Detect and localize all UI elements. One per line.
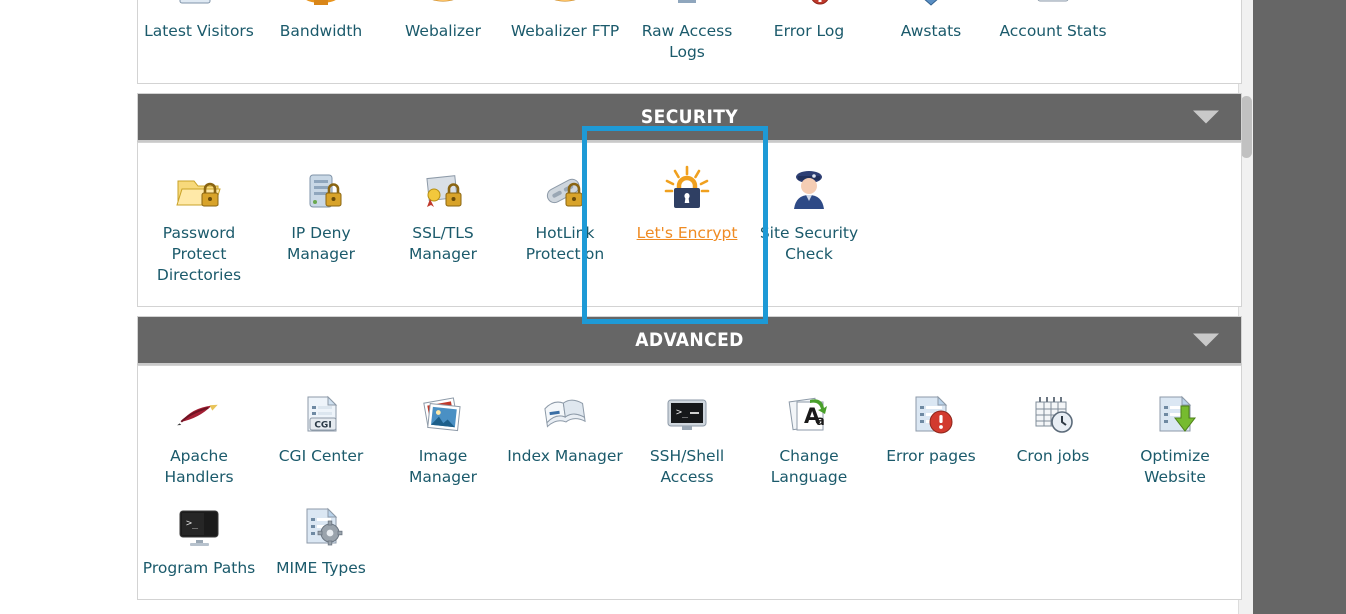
group-items-advanced: Apache Handlers CGI CGI Center Image Manage… — [138, 366, 1241, 599]
app-tile-latest-visitors[interactable]: Latest Visitors — [138, 0, 260, 48]
app-tile-label: IP Deny Manager — [287, 224, 355, 263]
app-tile-mime-types[interactable]: MIME Types — [260, 494, 382, 585]
group-title-advanced: ADVANCED — [635, 329, 744, 351]
app-tile-label: Bandwidth — [279, 22, 363, 40]
app-tile-apache-handlers[interactable]: Apache Handlers — [138, 382, 260, 494]
app-tile-label: Awstats — [900, 22, 962, 40]
ip-deny-manager-icon — [262, 161, 380, 219]
app-tile-site-security-check[interactable]: Site Security Check — [748, 159, 870, 271]
account-stats-icon — [994, 0, 1112, 17]
hotlink-protection-icon — [506, 161, 624, 219]
ssh-shell-access-icon: >_ — [628, 384, 746, 442]
app-tile-index-manager[interactable]: Index Manager — [504, 382, 626, 473]
lets-encrypt-icon — [628, 161, 746, 219]
group-panel-metrics: Latest Visitors Bandwidth Webalizer Webaliz… — [137, 0, 1242, 84]
app-tile-cron-jobs[interactable]: Cron jobs — [992, 382, 1114, 473]
app-tile-ssh-shell-access[interactable]: >_ SSH/Shell Access — [626, 382, 748, 494]
app-tile-account-stats[interactable]: Account Stats — [992, 0, 1114, 48]
program-paths-icon: >_ — [140, 496, 258, 554]
app-tile-program-paths[interactable]: >_ Program Paths — [138, 494, 260, 585]
webalizer-icon — [384, 0, 502, 17]
app-tile-label: Webalizer — [405, 22, 481, 40]
app-tile-label: MIME Types — [276, 559, 366, 577]
app-tile-webalizer[interactable]: Webalizer — [382, 0, 504, 48]
app-tile-webalizer-ftp[interactable]: Webalizer FTP — [504, 0, 626, 48]
app-tile-raw-access-logs[interactable]: Raw Access Logs — [626, 0, 748, 69]
latest-visitors-icon — [140, 0, 258, 17]
group-items-metrics: Latest Visitors Bandwidth Webalizer Webaliz… — [138, 0, 1241, 83]
app-tile-label: Image Manager — [409, 447, 477, 486]
app-tile-error-pages[interactable]: Error pages — [870, 382, 992, 473]
svg-text:>_: >_ — [676, 407, 689, 418]
app-tile-label: Password Protect Directories — [156, 224, 242, 284]
chevron-down-icon[interactable] — [1193, 333, 1219, 347]
app-tile-label: Let's Encrypt — [636, 224, 738, 242]
raw-access-logs-icon — [628, 0, 746, 17]
svg-text:a: a — [816, 414, 825, 429]
app-tile-let-s-encrypt[interactable]: Let's Encrypt — [626, 159, 748, 250]
app-tile-error-log[interactable]: Error Log — [748, 0, 870, 48]
error-log-icon — [750, 0, 868, 17]
app-tile-label: Program Paths — [142, 559, 256, 577]
group-header-advanced[interactable]: ADVANCED — [137, 316, 1242, 365]
app-tile-label: Latest Visitors — [144, 22, 254, 40]
cron-jobs-icon — [994, 384, 1112, 442]
bandwidth-icon — [262, 0, 380, 17]
group-panel-security: Password Protect Directories IP Deny Mana… — [137, 142, 1242, 307]
app-tile-awstats[interactable]: Awstats — [870, 0, 992, 48]
cpanel-content-column: Latest Visitors Bandwidth Webalizer Webaliz… — [137, 0, 1242, 609]
app-tile-label: CGI Center — [278, 447, 364, 465]
optimize-website-icon — [1116, 384, 1234, 442]
app-tile-label: Error Log — [773, 22, 845, 40]
svg-text:CGI: CGI — [314, 421, 331, 431]
change-language-icon: Aa — [750, 384, 868, 442]
app-tile-label: Raw Access Logs — [641, 22, 733, 61]
app-tile-ip-deny-manager[interactable]: IP Deny Manager — [260, 159, 382, 271]
app-tile-label: Change Language — [770, 447, 848, 486]
app-tile-bandwidth[interactable]: Bandwidth — [260, 0, 382, 48]
app-tile-label: Site Security Check — [759, 224, 859, 263]
app-tile-label: SSL/TLS Manager — [409, 224, 477, 263]
scrollbar-thumb[interactable] — [1241, 96, 1252, 158]
site-security-check-icon — [750, 161, 868, 219]
app-tile-change-language[interactable]: Aa Change Language — [748, 382, 870, 494]
group-title-security: SECURITY — [640, 106, 739, 128]
group-header-security[interactable]: SECURITY — [137, 93, 1242, 142]
app-tile-password-protect-directories[interactable]: Password Protect Directories — [138, 159, 260, 292]
error-pages-icon — [872, 384, 990, 442]
app-tile-label: SSH/Shell Access — [649, 447, 725, 486]
app-tile-label: Cron jobs — [1016, 447, 1090, 465]
app-tile-optimize-website[interactable]: Optimize Website — [1114, 382, 1236, 494]
app-tile-label: Error pages — [886, 447, 976, 465]
group-panel-advanced: Apache Handlers CGI CGI Center Image Manage… — [137, 365, 1242, 600]
group-items-security: Password Protect Directories IP Deny Mana… — [138, 143, 1241, 306]
app-tile-label: Account Stats — [999, 22, 1107, 40]
app-tile-cgi-center[interactable]: CGI CGI Center — [260, 382, 382, 473]
image-manager-icon — [384, 384, 502, 442]
app-tile-label: Optimize Website — [1140, 447, 1210, 486]
page-gutter — [1253, 0, 1346, 614]
app-tile-label: Webalizer FTP — [510, 22, 620, 40]
password-protect-directories-icon — [140, 161, 258, 219]
webalizer-ftp-icon — [506, 0, 624, 17]
app-tile-ssl-tls-manager[interactable]: SSL/TLS Manager — [382, 159, 504, 271]
mime-types-icon — [262, 496, 380, 554]
cgi-center-icon: CGI — [262, 384, 380, 442]
app-tile-label: HotLink Protection — [525, 224, 605, 263]
chevron-down-icon[interactable] — [1193, 110, 1219, 124]
apache-handlers-icon — [140, 384, 258, 442]
app-tile-label: Index Manager — [507, 447, 623, 465]
app-tile-hotlink-protection[interactable]: HotLink Protection — [504, 159, 626, 271]
svg-text:>_: >_ — [186, 518, 199, 529]
app-tile-label: Apache Handlers — [164, 447, 234, 486]
cpanel-page: Latest Visitors Bandwidth Webalizer Webaliz… — [0, 0, 1346, 614]
ssl-tls-manager-icon — [384, 161, 502, 219]
awstats-icon — [872, 0, 990, 17]
index-manager-icon — [506, 384, 624, 442]
app-tile-image-manager[interactable]: Image Manager — [382, 382, 504, 494]
